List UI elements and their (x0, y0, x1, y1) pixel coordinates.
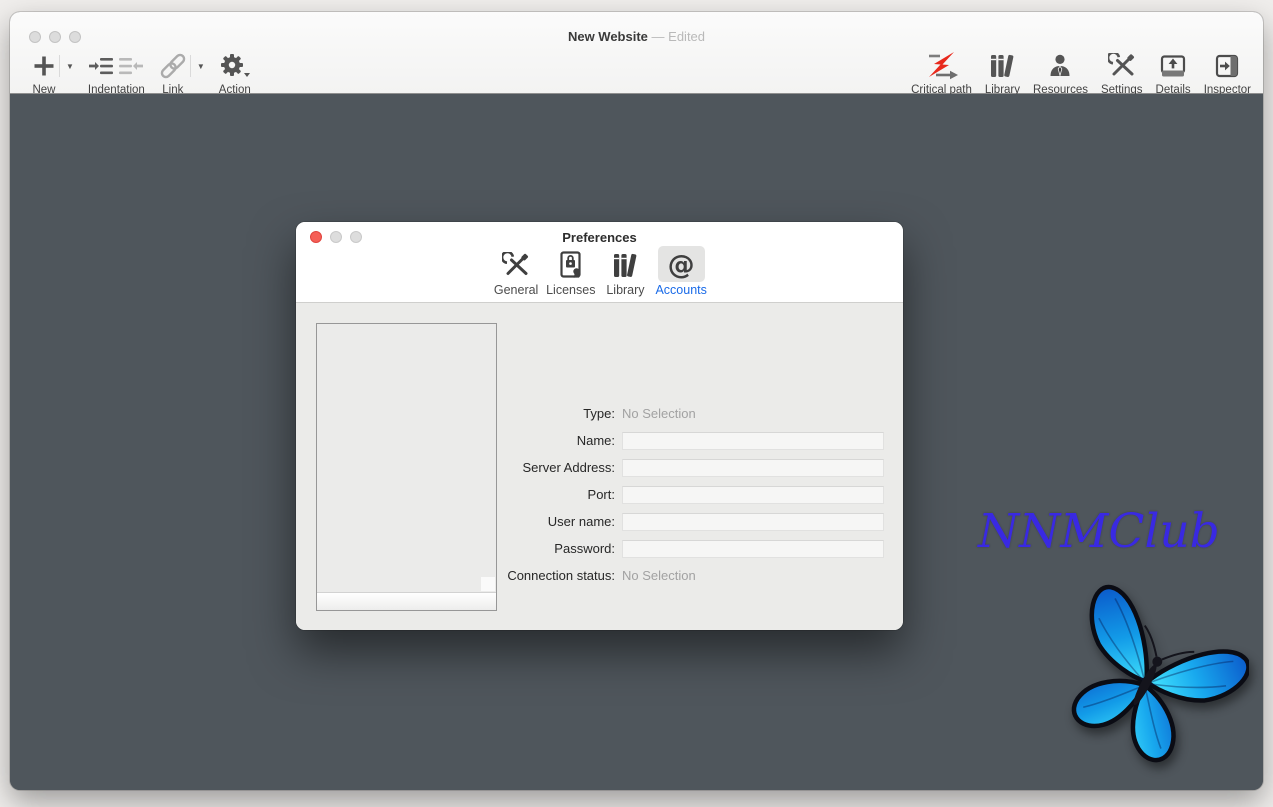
field-label: Server Address: (296, 460, 615, 475)
form-row-name: Name: (296, 427, 883, 454)
details-button[interactable]: Details (1156, 50, 1191, 96)
books-icon (611, 252, 639, 279)
account-form: Type: No Selection Name: Server Address:… (296, 400, 883, 589)
tools-icon (502, 252, 530, 279)
field-label: Type: (296, 406, 615, 421)
field-label: User name: (296, 514, 615, 529)
edited-status: Edited (668, 29, 705, 44)
link-button[interactable]: Link (159, 50, 187, 96)
library-button[interactable]: Library (985, 50, 1020, 96)
form-row-server-address: Server Address: (296, 454, 883, 481)
document-canvas[interactable]: NNMClub (10, 94, 1263, 790)
new-button[interactable]: New (32, 50, 56, 96)
tab-label: General (494, 283, 538, 297)
window-title: New Website — Edited (10, 29, 1263, 44)
tab-library[interactable]: Library (601, 246, 649, 297)
form-row-connection-status: Connection status: No Selection (296, 562, 883, 589)
tab-general[interactable]: General (492, 246, 540, 297)
document-title: New Website (568, 29, 648, 44)
inspector-button[interactable]: Inspector (1204, 50, 1251, 96)
preferences-dialog: Preferences General (296, 222, 903, 630)
preferences-tabs: General (296, 246, 903, 297)
field-label: Port: (296, 487, 615, 502)
title-separator: — (652, 29, 665, 44)
toolbar-right: Critical path Library (898, 50, 1251, 96)
field-label: Password: (296, 541, 615, 556)
resources-button[interactable]: Resources (1033, 50, 1088, 96)
critical-path-button[interactable]: Critical path (911, 50, 972, 96)
plus-icon (32, 54, 56, 78)
tab-label: Licenses (546, 283, 595, 297)
tab-accounts[interactable]: @ Accounts (655, 246, 706, 297)
at-icon: @ (668, 252, 695, 279)
link-icon (159, 53, 187, 79)
indentation-button[interactable]: Indentation (88, 50, 145, 96)
titlebar-toolbar: New Website — Edited New ▼ (10, 12, 1263, 94)
accounts-pane: Type: No Selection Name: Server Address:… (296, 303, 903, 630)
tray-up-icon (1159, 53, 1187, 79)
watermark-text: NNMClub (978, 504, 1263, 559)
form-row-type: Type: No Selection (296, 400, 883, 427)
divider (59, 55, 60, 77)
butterfly-image (1044, 582, 1249, 782)
accounts-list-footer (317, 592, 496, 610)
form-row-password: Password: (296, 535, 883, 562)
settings-button[interactable]: Settings (1101, 50, 1143, 96)
action-button[interactable]: Action (219, 50, 251, 96)
password-field[interactable] (622, 540, 884, 558)
app-window: New Website — Edited New ▼ (10, 12, 1263, 790)
field-label: Name: (296, 433, 615, 448)
person-icon (1047, 53, 1073, 79)
indentation-icon (89, 55, 143, 77)
form-row-user-name: User name: (296, 508, 883, 535)
form-row-port: Port: (296, 481, 883, 508)
toolbar-left: New ▼ Indentation (32, 50, 251, 96)
divider (190, 55, 191, 77)
field-label: Connection status: (296, 568, 615, 583)
preferences-header: Preferences General (296, 222, 903, 303)
tools-icon (1108, 53, 1136, 79)
gear-icon (219, 53, 251, 79)
name-field[interactable] (622, 432, 884, 450)
chevron-down-icon[interactable]: ▼ (66, 62, 74, 71)
dialog-title: Preferences (296, 230, 903, 245)
tab-label: Library (606, 283, 644, 297)
port-field[interactable] (622, 486, 884, 504)
tab-label: Accounts (655, 283, 706, 297)
inspector-icon (1213, 53, 1241, 79)
critical-path-icon (923, 51, 959, 81)
server-address-field[interactable] (622, 459, 884, 477)
type-value: No Selection (622, 406, 696, 421)
books-icon (988, 53, 1016, 79)
tab-licenses[interactable]: Licenses (546, 246, 595, 297)
license-doc-icon (559, 251, 583, 279)
connection-status-value: No Selection (622, 568, 696, 583)
user-name-field[interactable] (622, 513, 884, 531)
chevron-down-icon[interactable]: ▼ (197, 62, 205, 71)
